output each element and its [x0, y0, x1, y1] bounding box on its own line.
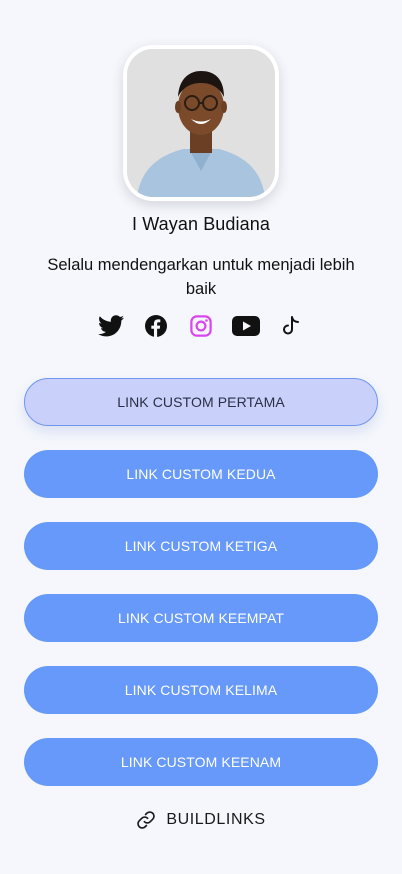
link-button-5[interactable]: LINK CUSTOM KELIMA	[24, 666, 378, 714]
twitter-link[interactable]	[89, 310, 134, 342]
social-links	[89, 310, 314, 342]
tiktok-link[interactable]	[269, 310, 314, 342]
instagram-link[interactable]	[179, 310, 224, 342]
link-button-4[interactable]: LINK CUSTOM KEEMPAT	[24, 594, 378, 642]
profile-bio: Selalu mendengarkan untuk menjadi lebih …	[47, 256, 355, 298]
avatar-frame	[123, 45, 279, 201]
instagram-icon	[190, 315, 212, 337]
profile-section: I Wayan Budiana Selalu mendengarkan untu…	[0, 0, 402, 342]
buildlinks-footer[interactable]: BUILDLINKS	[0, 810, 402, 830]
youtube-link[interactable]	[224, 310, 269, 342]
link-icon	[137, 811, 156, 829]
profile-name: I Wayan Budiana	[132, 214, 270, 234]
tiktok-icon	[283, 316, 299, 335]
footer-label: BUILDLINKS	[166, 811, 266, 828]
link-button-1[interactable]: LINK CUSTOM PERTAMA	[24, 378, 378, 426]
link-button-3[interactable]: LINK CUSTOM KETIGA	[24, 522, 378, 570]
link-button-2[interactable]: LINK CUSTOM KEDUA	[24, 450, 378, 498]
link-button-6[interactable]: LINK CUSTOM KEENAM	[24, 738, 378, 786]
twitter-icon	[98, 315, 124, 337]
facebook-icon	[145, 315, 167, 337]
facebook-link[interactable]	[134, 310, 179, 342]
avatar	[127, 49, 275, 197]
youtube-icon	[232, 316, 260, 336]
custom-links-list: LINK CUSTOM PERTAMA LINK CUSTOM KEDUA LI…	[24, 378, 378, 810]
